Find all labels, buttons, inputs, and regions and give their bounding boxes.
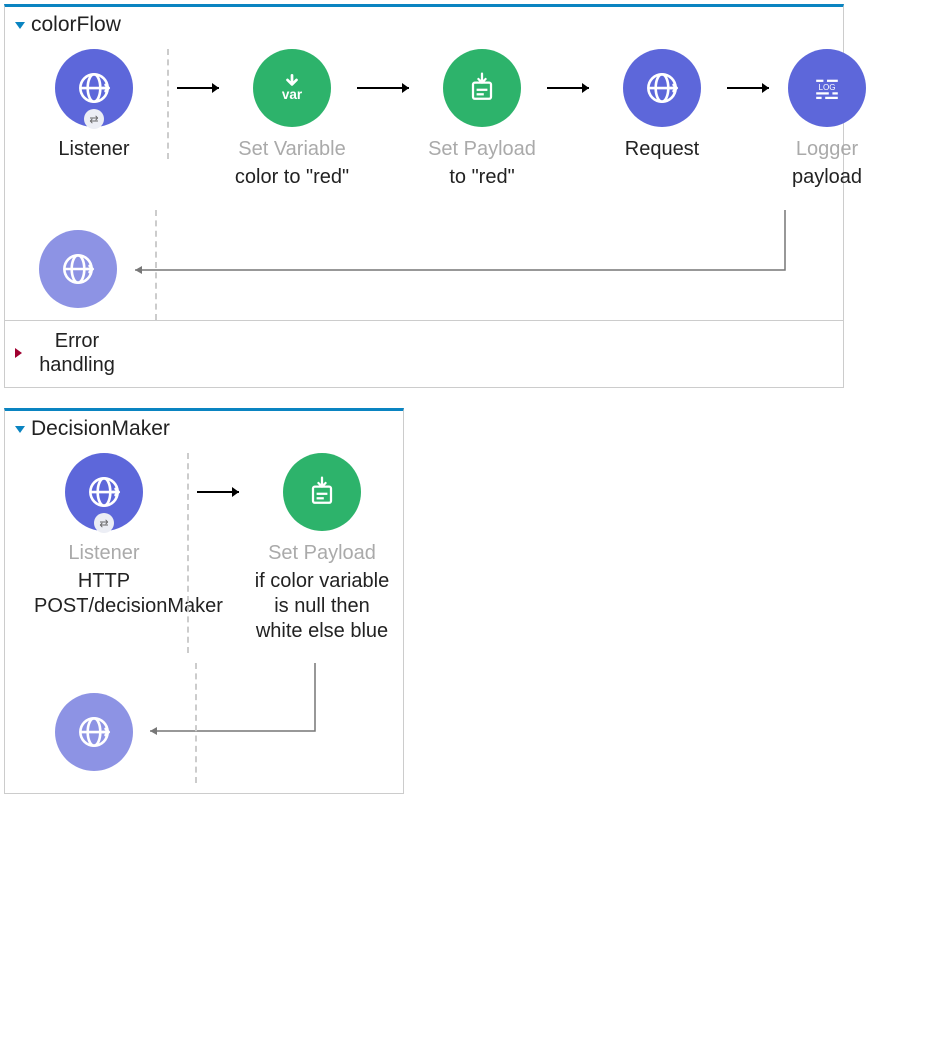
set-variable-icon: var (253, 49, 331, 127)
step-desc: if color variable is null then white els… (252, 569, 392, 644)
steps-row: ⇄ Listener HTTP POST/decisionMaker Set P… (15, 453, 393, 653)
caret-down-icon (15, 22, 25, 29)
return-path (15, 663, 395, 783)
flow-title: colorFlow (31, 13, 121, 37)
phase-divider (187, 453, 189, 653)
svg-text:LOG: LOG (818, 83, 835, 92)
flow-header[interactable]: DecisionMaker (15, 417, 393, 441)
arrow-icon (357, 49, 417, 127)
step-listener[interactable]: ⇄ Listener (29, 49, 159, 161)
caret-down-icon (15, 426, 25, 433)
listener-icon: ⇄ (65, 453, 143, 531)
arrow-icon (547, 49, 597, 127)
step-set-variable[interactable]: var Set Variable color to "red" (227, 49, 357, 190)
steps-row: ⇄ Listener var Set Variable color to "re… (15, 49, 833, 190)
return-path (15, 210, 835, 330)
flow-panel-decisionmaker: DecisionMaker ⇄ Listener HTTP POST/decis… (4, 408, 404, 794)
svg-text:var: var (282, 87, 303, 102)
step-name: Listener (68, 541, 139, 565)
arrow-icon (727, 49, 777, 127)
exchange-badge-icon: ⇄ (84, 109, 104, 129)
listener-icon: ⇄ (55, 49, 133, 127)
request-icon (623, 49, 701, 127)
phase-divider (195, 663, 197, 783)
phase-divider (167, 49, 169, 159)
phase-divider (155, 210, 157, 320)
step-logger[interactable]: LOG Logger payload (777, 49, 877, 190)
step-desc: color to "red" (235, 165, 349, 190)
step-set-payload[interactable]: Set Payload to "red" (417, 49, 547, 190)
flow-header[interactable]: colorFlow (15, 13, 833, 37)
step-name: Request (625, 137, 700, 161)
step-name: Set Payload (268, 541, 376, 565)
step-name: Set Variable (238, 137, 345, 161)
step-name: Set Payload (428, 137, 536, 161)
step-request[interactable]: Request (597, 49, 727, 161)
step-desc: HTTP POST/decisionMaker (34, 569, 174, 619)
step-desc: to "red" (449, 165, 514, 190)
step-name: Logger (796, 137, 858, 161)
step-listener[interactable]: ⇄ Listener HTTP POST/decisionMaker (29, 453, 179, 619)
error-label: Error handling (32, 329, 122, 377)
exchange-badge-icon: ⇄ (94, 513, 114, 533)
arrow-icon (197, 453, 247, 531)
caret-right-icon (15, 348, 22, 358)
flow-title: DecisionMaker (31, 417, 170, 441)
step-desc: payload (792, 165, 862, 190)
arrow-icon (177, 49, 227, 127)
set-payload-icon (283, 453, 361, 531)
logger-icon: LOG (788, 49, 866, 127)
step-name: Listener (58, 137, 129, 161)
step-set-payload[interactable]: Set Payload if color variable is null th… (247, 453, 397, 644)
flow-panel-colorflow: colorFlow ⇄ Listener (4, 4, 844, 388)
set-payload-icon (443, 49, 521, 127)
